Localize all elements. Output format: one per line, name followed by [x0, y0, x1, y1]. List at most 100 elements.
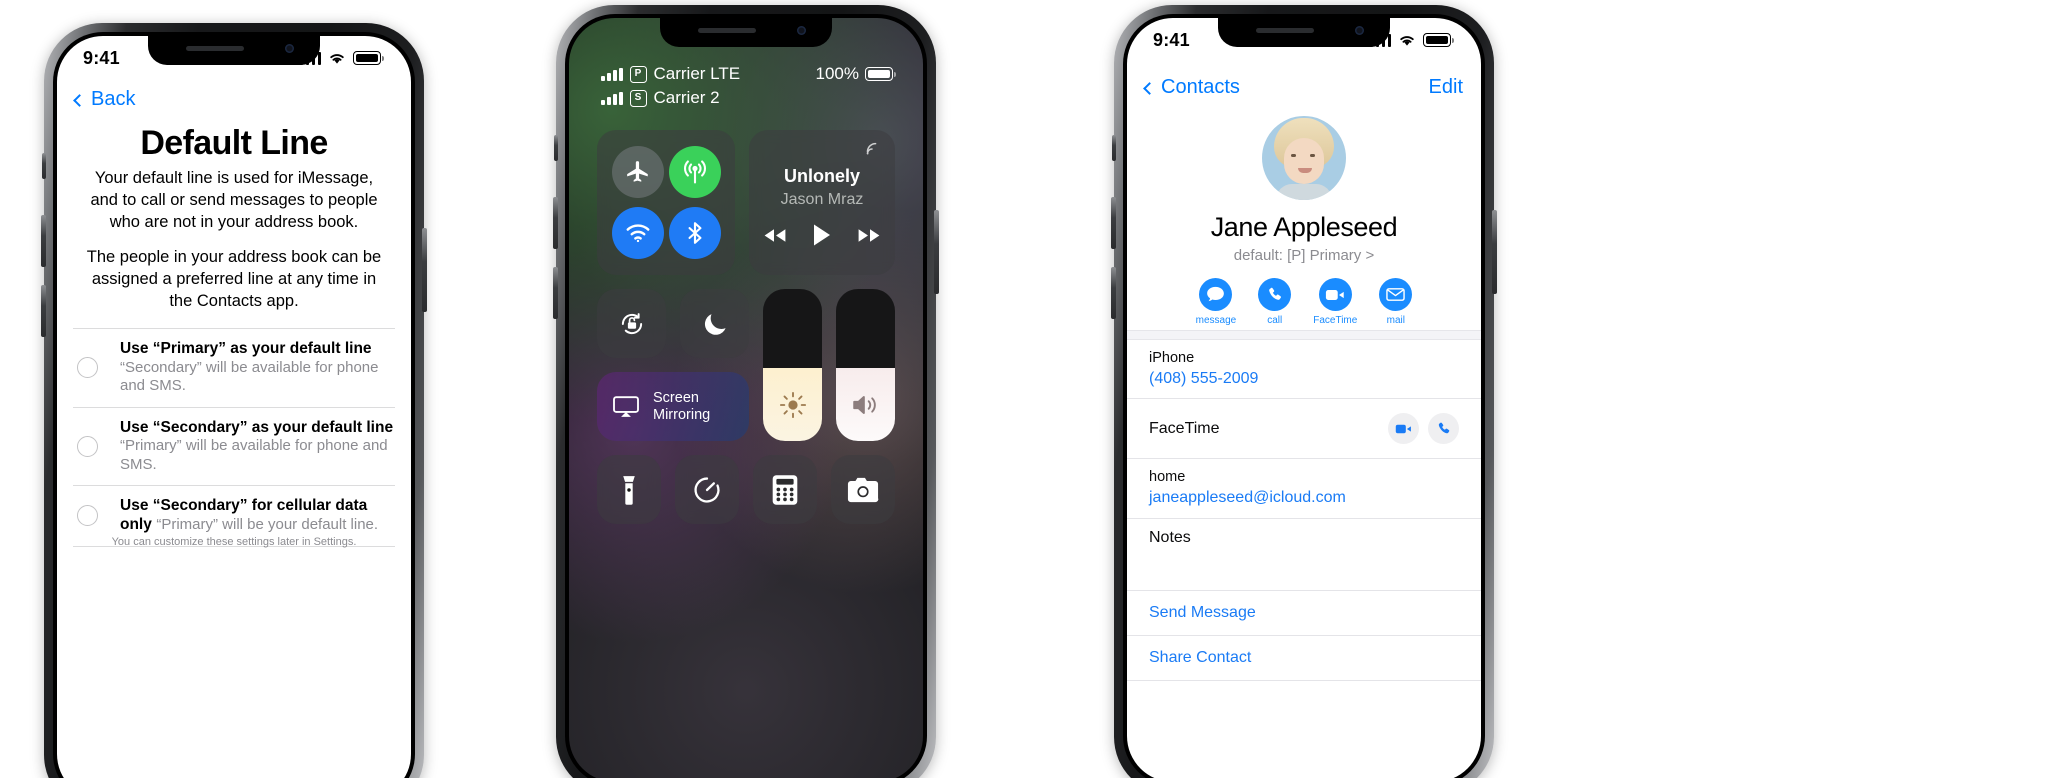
back-button[interactable]: Back: [73, 88, 135, 111]
phone-bezel: 9:41 Back Default Line Your default line…: [53, 32, 415, 778]
field-value-phone[interactable]: (408) 555-2009: [1149, 368, 1459, 390]
rewind-icon[interactable]: [763, 227, 787, 249]
power-button[interactable]: [934, 210, 939, 294]
volume-up-button[interactable]: [41, 215, 46, 267]
contacts-back-button[interactable]: Contacts: [1143, 76, 1240, 99]
left-tiles-column: Screen Mirroring: [597, 289, 749, 441]
now-playing-module[interactable]: Unlonely Jason Mraz: [749, 130, 895, 275]
fast-forward-icon[interactable]: [857, 227, 881, 249]
flashlight-icon[interactable]: [597, 455, 661, 524]
battery-icon: [1423, 33, 1454, 47]
share-contact-row[interactable]: Share Contact: [1127, 636, 1481, 681]
contacts-back-label: Contacts: [1161, 76, 1240, 98]
radio-button-secondary-default[interactable]: [77, 435, 98, 457]
phone-control-center: P Carrier LTE 100% S Carrier 2 Unlonely …: [553, 5, 939, 778]
earpiece-speaker: [698, 28, 756, 33]
field-label: FaceTime: [1149, 419, 1220, 437]
timer-icon[interactable]: [675, 455, 739, 524]
send-message-link[interactable]: Send Message: [1149, 604, 1459, 622]
edit-button[interactable]: Edit: [1429, 76, 1463, 99]
front-camera-icon: [1355, 26, 1364, 35]
field-label: iPhone: [1149, 350, 1195, 366]
phone-bezel: P Carrier LTE 100% S Carrier 2 Unlonely …: [565, 14, 927, 778]
silence-switch[interactable]: [1112, 135, 1116, 161]
control-center-shortcuts-row: [597, 455, 895, 524]
volume-down-button[interactable]: [1111, 267, 1116, 319]
notch: [148, 36, 320, 65]
share-contact-link[interactable]: Share Contact: [1149, 649, 1459, 667]
mirror-label-line1: Screen: [653, 390, 699, 407]
cellular-data-icon[interactable]: [668, 146, 721, 199]
radio-button-secondary-data-only[interactable]: [77, 505, 98, 527]
notes-body[interactable]: [1149, 549, 1459, 581]
send-message-row[interactable]: Send Message: [1127, 591, 1481, 636]
field-value-email[interactable]: janeappleseed@icloud.com: [1149, 487, 1459, 509]
contact-header: Jane Appleseed default: [P] Primary > me…: [1127, 116, 1481, 326]
control-center-grid: Unlonely Jason Mraz Screen Mirroring: [597, 130, 895, 524]
airplane-mode-icon[interactable]: [611, 146, 664, 199]
option-text: Use “Secondary” for cellular data only “…: [120, 497, 395, 535]
control-center-row-2: Screen Mirroring: [597, 289, 895, 441]
volume-slider[interactable]: [836, 289, 895, 441]
connectivity-module[interactable]: [597, 130, 735, 275]
radio-button-primary-default[interactable]: [77, 357, 98, 379]
volume-speaker-icon: [852, 395, 876, 414]
field-row-notes[interactable]: Notes: [1127, 519, 1481, 591]
option-subtitle: “Primary” will be available for phone an…: [120, 437, 388, 473]
battery-icon: [865, 67, 896, 81]
play-icon[interactable]: [811, 223, 833, 252]
option-subtitle: “Secondary” will be available for phone …: [120, 358, 379, 395]
description-paragraph-1: Your default line is used for iMessage, …: [90, 169, 378, 231]
brightness-slider[interactable]: [763, 289, 822, 441]
rotation-lock-icon[interactable]: [597, 289, 666, 358]
volume-up-button[interactable]: [1111, 197, 1116, 249]
wifi-icon[interactable]: [611, 206, 664, 259]
silence-switch[interactable]: [42, 153, 46, 179]
chevron-left-icon: [73, 93, 86, 107]
calculator-icon[interactable]: [753, 455, 817, 524]
option-text: Use “Primary” as your default line “Seco…: [120, 340, 395, 396]
power-button[interactable]: [1492, 210, 1497, 294]
bluetooth-icon[interactable]: [668, 206, 721, 259]
option-row-secondary-default[interactable]: Use “Secondary” as your default line “Pr…: [73, 406, 395, 486]
volume-up-button[interactable]: [553, 197, 558, 249]
power-button[interactable]: [422, 228, 427, 312]
option-title: Use “Secondary” as your default line: [120, 418, 394, 436]
facetime-video-button[interactable]: [1388, 413, 1419, 445]
field-row-email[interactable]: home janeappleseed@icloud.com: [1127, 459, 1481, 519]
silence-switch[interactable]: [554, 135, 558, 161]
phone-handset-icon: [1258, 278, 1292, 311]
camera-icon[interactable]: [831, 455, 895, 524]
action-facetime[interactable]: FaceTime: [1313, 278, 1357, 326]
contact-name: Jane Appleseed: [1210, 212, 1398, 242]
section-divider: [1127, 330, 1481, 340]
option-row-primary-default[interactable]: Use “Primary” as your default line “Seco…: [73, 328, 395, 407]
phone3-screen: 9:41 Contacts Edit Jane Appleseed defaul…: [1127, 18, 1481, 778]
playback-controls: [763, 223, 881, 252]
avatar-eye-left: [1291, 154, 1296, 157]
video-camera-icon: [1318, 278, 1352, 311]
action-call[interactable]: call: [1258, 278, 1292, 326]
chevron-left-icon: [1143, 81, 1156, 95]
avatar[interactable]: [1262, 116, 1346, 200]
facetime-audio-button[interactable]: [1428, 413, 1459, 445]
screen-mirroring-icon: [613, 395, 639, 417]
battery-percent: 100%: [815, 64, 859, 83]
volume-down-button[interactable]: [553, 267, 558, 319]
contact-default-line[interactable]: default: [P] Primary >: [1234, 247, 1374, 264]
settings-footnote: You can customize these settings later i…: [111, 536, 357, 548]
volume-down-button[interactable]: [41, 285, 46, 337]
carrier-row-secondary: S Carrier 2: [601, 86, 893, 110]
airplay-audio-icon[interactable]: [863, 140, 881, 163]
cellular-bars-icon: [601, 67, 623, 81]
action-message[interactable]: message: [1196, 278, 1236, 326]
toggle-tiles-row: [597, 289, 749, 358]
screen-mirroring-tile[interactable]: Screen Mirroring: [597, 372, 749, 441]
battery-status: 100%: [815, 64, 896, 84]
screenshot-stage: 9:41 Back Default Line Your default line…: [0, 0, 2048, 778]
action-mail[interactable]: mail: [1379, 278, 1413, 326]
field-row-iphone[interactable]: iPhone (408) 555-2009: [1127, 340, 1481, 400]
page-title: Default Line: [140, 124, 328, 162]
control-center-status-bar: P Carrier LTE 100% S Carrier 2: [601, 62, 896, 110]
do-not-disturb-moon-icon[interactable]: [680, 289, 749, 358]
